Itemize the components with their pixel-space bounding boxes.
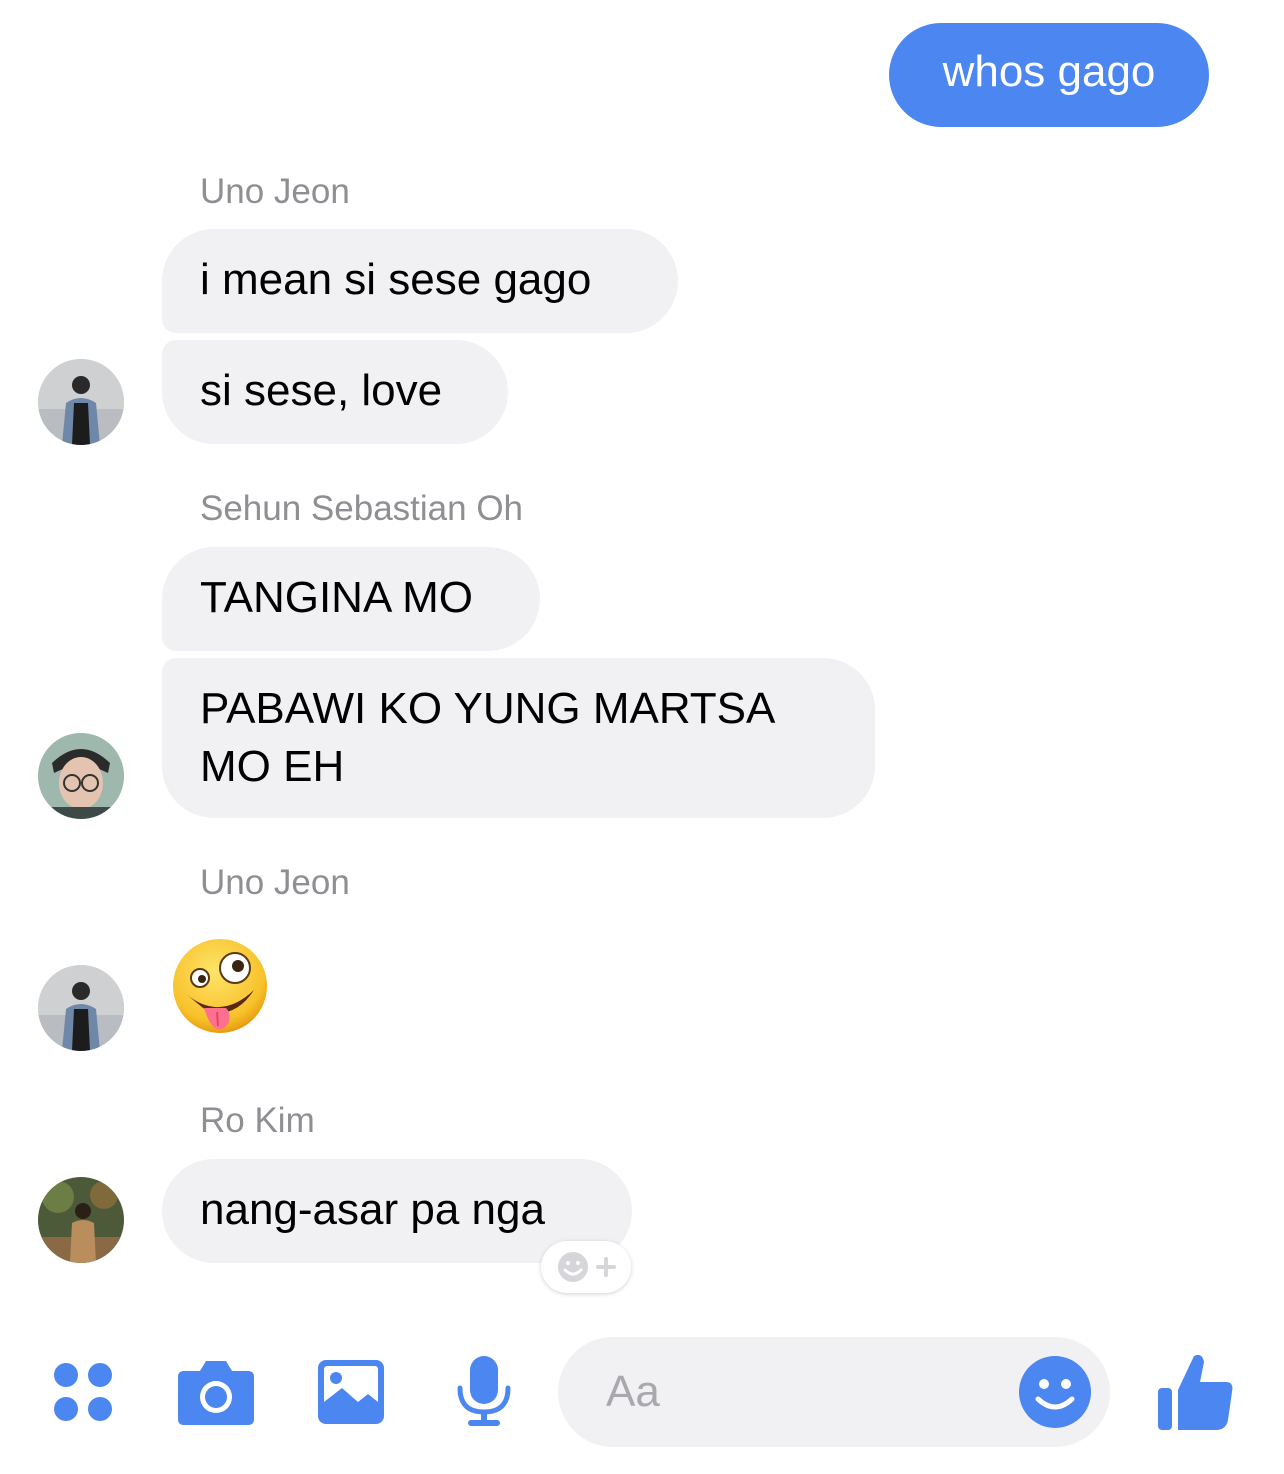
avatar-sehun-sebastian-oh[interactable]: [38, 733, 124, 819]
sender-name: Uno Jeon: [200, 172, 350, 211]
gallery-icon[interactable]: [316, 1358, 386, 1426]
message-input[interactable]: [606, 1337, 1006, 1447]
avatar-uno-jeon[interactable]: [38, 965, 124, 1051]
emoji-icon[interactable]: [1018, 1355, 1092, 1429]
thumbs-up-icon[interactable]: [1156, 1350, 1236, 1432]
incoming-message[interactable]: PABAWI KO YUNG MARTSA MO EH: [162, 658, 875, 818]
message-line: PABAWI KO YUNG MARTSA: [200, 684, 776, 733]
incoming-message[interactable]: i mean si sese gago: [162, 229, 678, 333]
add-reaction-button[interactable]: [541, 1241, 631, 1293]
microphone-icon[interactable]: [454, 1354, 514, 1430]
message-line: MO EH: [200, 742, 345, 791]
outgoing-message[interactable]: whos gago: [889, 23, 1209, 127]
more-apps-icon[interactable]: [50, 1360, 118, 1424]
zany-face-emoji[interactable]: [170, 938, 270, 1040]
avatar-uno-jeon[interactable]: [38, 359, 124, 445]
incoming-message[interactable]: si sese, love: [162, 340, 508, 444]
sender-name: Ro Kim: [200, 1101, 315, 1140]
avatar-ro-kim[interactable]: [38, 1177, 124, 1263]
sender-name: Uno Jeon: [200, 863, 350, 902]
incoming-message[interactable]: TANGINA MO: [162, 547, 540, 651]
add-reaction-icon: [558, 1252, 616, 1282]
camera-icon[interactable]: [176, 1357, 256, 1427]
message-composer[interactable]: [558, 1337, 1110, 1447]
sender-name: Sehun Sebastian Oh: [200, 489, 524, 528]
